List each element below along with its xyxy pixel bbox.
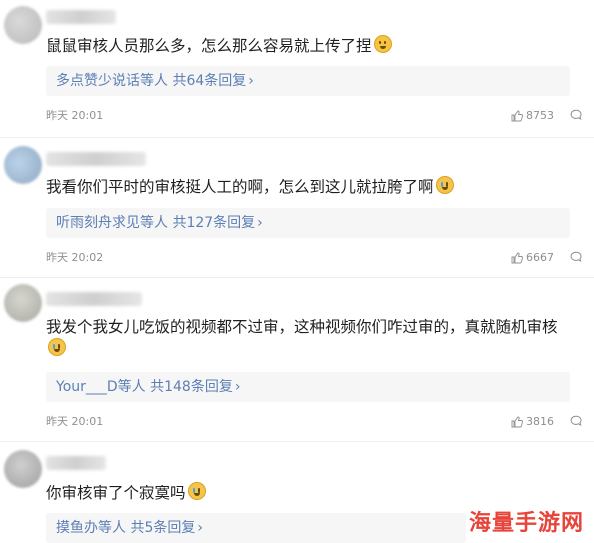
reply-summary-link[interactable]: 听雨刻舟求见等人 共127条回复 › <box>46 208 570 238</box>
timestamp: 昨天 20:01 <box>46 109 104 122</box>
username-blurred[interactable] <box>46 456 106 470</box>
thumbs-up-icon <box>511 252 523 264</box>
comment-text-content: 我看你们平时的审核挺人工的啊，怎么到这儿就拉胯了啊 <box>46 178 434 196</box>
reply-summary-link[interactable]: 摸鱼办等人 共5条回复 › <box>46 513 466 543</box>
chevron-right-icon: › <box>197 520 203 536</box>
comment-meta: 昨天 20:01 3816 <box>46 414 582 430</box>
thumbs-up-icon <box>511 416 523 428</box>
avatar[interactable] <box>4 450 42 488</box>
reply-summary-link[interactable]: 多点赞少说话等人 共64条回复 › <box>46 66 570 96</box>
reply-summary-text: 听雨刻舟求见等人 共127条回复 <box>56 215 256 231</box>
reply-summary-text: 多点赞少说话等人 共64条回复 <box>56 73 247 89</box>
cry-emoji-icon <box>435 176 454 194</box>
grin-emoji-icon <box>373 35 392 53</box>
comment-text-content: 鼠鼠审核人员那么多，怎么那么容易就上传了捏 <box>46 37 372 55</box>
reply-summary-link[interactable]: Your___D等人 共148条回复 › <box>46 372 570 402</box>
like-button[interactable]: 3816 <box>511 414 554 430</box>
reply-bubble-icon[interactable] <box>570 251 582 263</box>
thumbs-up-icon <box>511 110 523 122</box>
avatar[interactable] <box>4 6 42 44</box>
divider <box>0 277 594 278</box>
username-blurred[interactable] <box>46 10 116 24</box>
comment-text-content: 你审核审了个寂寞吗 <box>46 484 186 502</box>
like-count: 3816 <box>526 415 554 428</box>
site-watermark: 海量手游网 <box>468 511 584 536</box>
comment-text: 我发个我女儿吃饭的视频都不过审，这种视频你们咋过审的，真就随机审核 <box>46 316 574 360</box>
divider <box>0 137 594 138</box>
cry-emoji-icon <box>48 338 66 356</box>
reply-summary-text: 摸鱼办等人 共5条回复 <box>56 520 196 536</box>
username-blurred[interactable] <box>46 292 142 306</box>
comment-meta: 昨天 20:01 8753 <box>46 108 582 124</box>
comment-text: 鼠鼠审核人员那么多，怎么那么容易就上传了捏 <box>46 35 574 57</box>
divider <box>0 441 594 442</box>
cry-emoji-icon <box>187 482 206 500</box>
comment-text-content: 我发个我女儿吃饭的视频都不过审，这种视频你们咋过审的，真就随机审核 <box>46 318 558 336</box>
reply-summary-text: Your___D等人 共148条回复 <box>56 379 233 395</box>
comment-meta: 昨天 20:02 6667 <box>46 250 582 266</box>
avatar[interactable] <box>4 146 42 184</box>
timestamp: 昨天 20:02 <box>46 251 104 264</box>
comment-text: 你审核审了个寂寞吗 <box>46 482 574 504</box>
username-blurred[interactable] <box>46 152 146 166</box>
like-button[interactable]: 8753 <box>511 108 554 124</box>
like-button[interactable]: 6667 <box>511 250 554 266</box>
chevron-right-icon: › <box>248 73 254 89</box>
like-count: 8753 <box>526 109 554 122</box>
reply-bubble-icon[interactable] <box>570 109 582 121</box>
like-count: 6667 <box>526 251 554 264</box>
timestamp: 昨天 20:01 <box>46 415 104 428</box>
chevron-right-icon: › <box>257 215 263 231</box>
avatar[interactable] <box>4 284 42 322</box>
reply-bubble-icon[interactable] <box>570 415 582 427</box>
comment-text: 我看你们平时的审核挺人工的啊，怎么到这儿就拉胯了啊 <box>46 176 574 198</box>
chevron-right-icon: › <box>234 379 241 395</box>
